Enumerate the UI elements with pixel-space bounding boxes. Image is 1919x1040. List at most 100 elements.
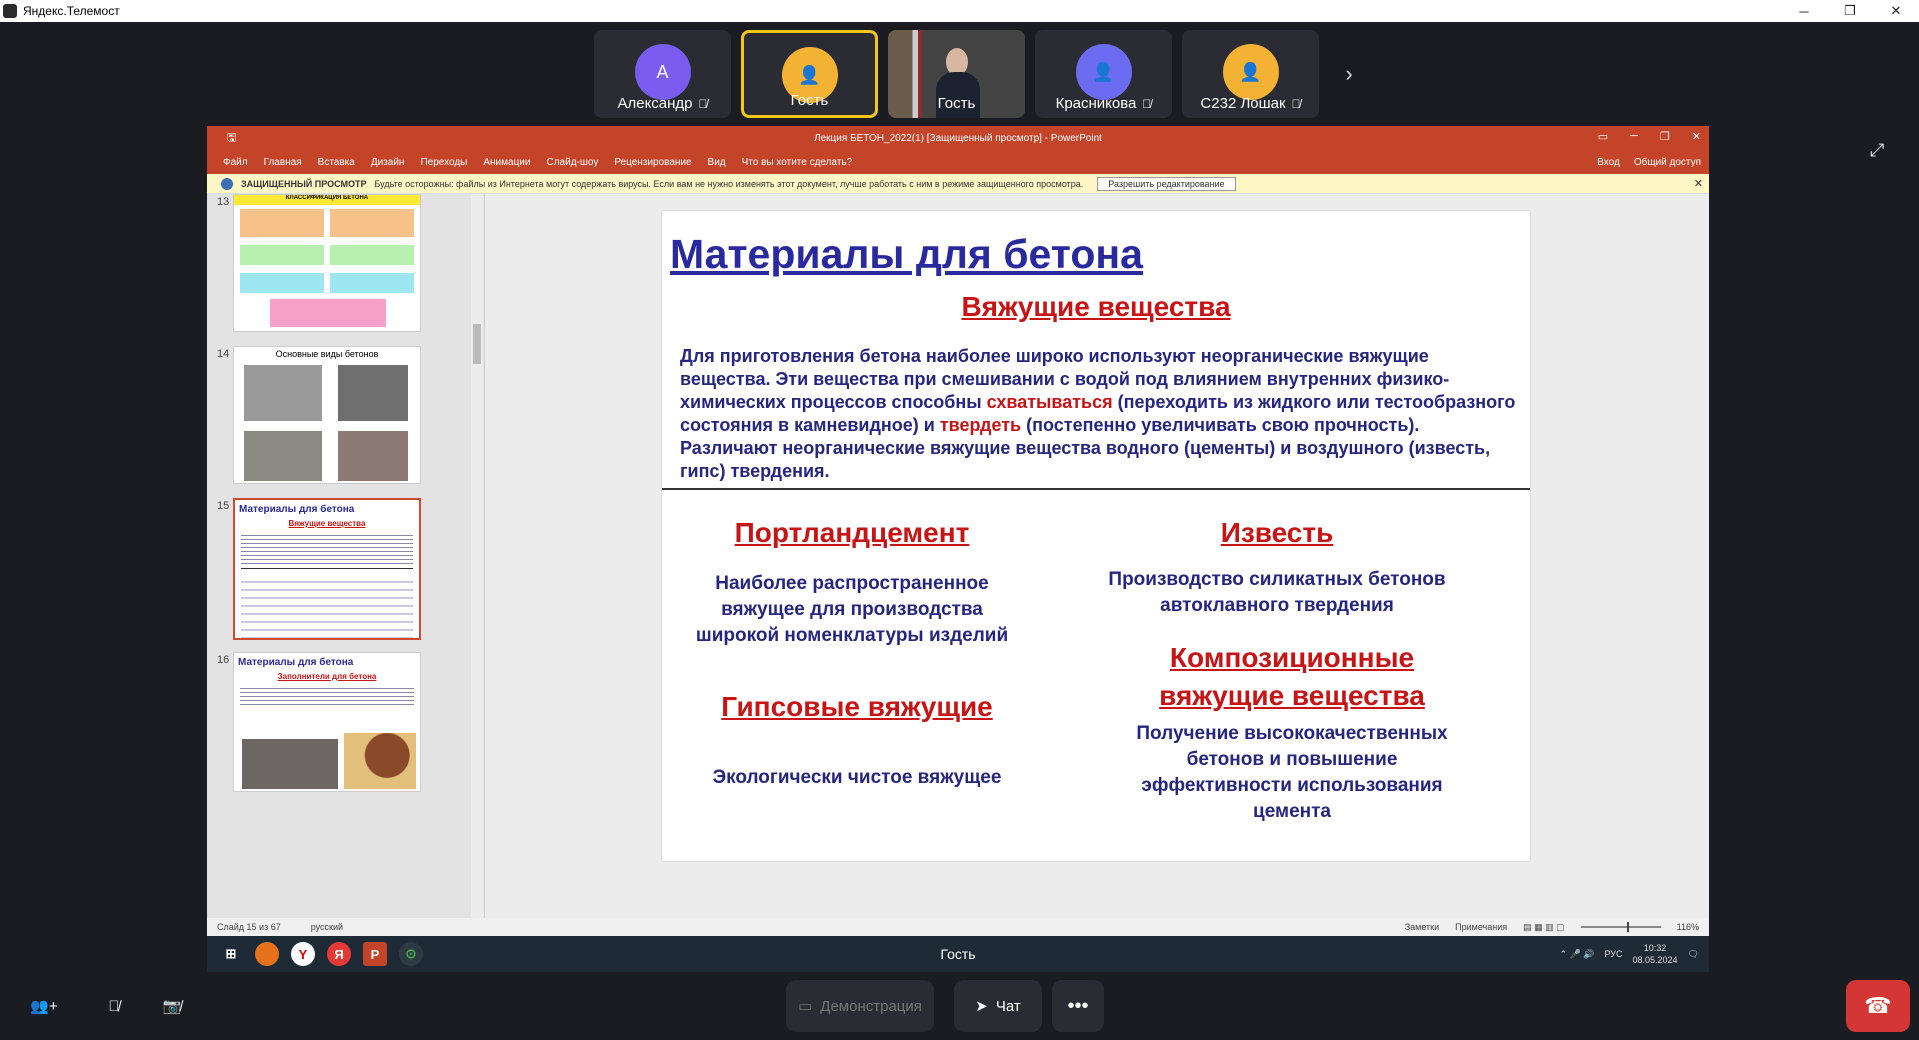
avatar: А	[634, 44, 691, 100]
mic-off-icon: 🎙̸	[1142, 97, 1152, 111]
zoom-level[interactable]: 116%	[1677, 922, 1699, 932]
add-participant-icon[interactable]: 👥+	[18, 980, 70, 1032]
slide-stage: Материалы для бетона Вяжущие вещества Дл…	[485, 194, 1709, 918]
notifications-icon[interactable]: 🗨	[1688, 949, 1699, 960]
lime-text: Производство силикатных бетонов автоклав…	[1108, 569, 1446, 616]
menu-animations[interactable]: Анимации	[483, 157, 530, 168]
close-icon[interactable]: ✕	[1873, 0, 1919, 22]
camera-off-icon[interactable]: 📷̸	[146, 980, 198, 1032]
composite-heading: Композиционные вяжущие вещества	[1159, 642, 1425, 711]
menu-tell-me[interactable]: Что вы хотите сделать?	[742, 157, 853, 168]
menu-home[interactable]: Главная	[264, 157, 302, 168]
window-titlebar: Яндекс.Телемост ─ ❐ ✕	[0, 0, 1919, 22]
comments-button[interactable]: Примечания	[1455, 922, 1507, 932]
divider	[662, 488, 1530, 490]
warning-title: ЗАЩИЩЕННЫЙ ПРОСМОТР	[241, 178, 367, 189]
participant-tile-active[interactable]: 👤 Гость	[741, 30, 878, 118]
thumb-title: Материалы для бетона	[238, 657, 354, 668]
mic-off-icon: 🎙̸	[698, 97, 708, 111]
zoom-slider[interactable]	[1580, 922, 1661, 932]
user-icon: 👤	[1092, 61, 1115, 82]
ppt-restore-icon[interactable]: ❐	[1660, 130, 1670, 143]
notes-button[interactable]: Заметки	[1405, 922, 1439, 932]
ppt-statusbar: Слайд 15 из 67 русский Заметки Примечани…	[207, 918, 1709, 936]
slide-subtitle: Вяжущие вещества	[961, 291, 1231, 322]
menu-insert[interactable]: Вставка	[318, 157, 355, 168]
restore-icon[interactable]: ❐	[1827, 0, 1873, 22]
menu-slideshow[interactable]: Слайд-шоу	[546, 157, 598, 168]
slide-paragraph: Для приготовления бетона наиболее широко…	[680, 346, 1516, 481]
avatar: 👤	[1075, 44, 1132, 100]
clock[interactable]: 10:32 08.05.2024	[1633, 942, 1678, 966]
ribbon-options-icon[interactable]: ▭	[1598, 130, 1608, 143]
close-icon[interactable]: ✕	[1694, 177, 1703, 190]
mic-off-icon[interactable]: 🎙̸	[88, 980, 140, 1032]
call-controls: 👥+ 🎙̸ 📷̸ ▭ Демонстрация ➤ Чат ••• ☎	[0, 974, 1919, 1040]
enable-editing-button[interactable]: Разрешить редактирование	[1097, 176, 1236, 191]
ppt-menu: Файл Главная Вставка Дизайн Переходы Ани…	[207, 150, 1709, 174]
minimize-icon[interactable]: ─	[1781, 0, 1827, 22]
shared-screen: 🖫 Лекция БЕТОН_2022(1) [Защищенный просм…	[207, 126, 1709, 972]
speaker-label: Гость	[940, 946, 976, 962]
menu-review[interactable]: Рецензирование	[614, 157, 691, 168]
thumb-number: 15	[217, 500, 230, 512]
fullscreen-icon[interactable]: ⤢	[1870, 140, 1884, 161]
view-buttons-icon[interactable]: ▤ ▦ ▥ ▢	[1523, 922, 1565, 933]
participant-tile-video[interactable]: Гость	[888, 30, 1025, 118]
participant-tile[interactable]: 👤 Красникова 🎙̸	[1035, 30, 1172, 118]
ppt-doc-title: Лекция БЕТОН_2022(1) [Защищенный просмот…	[814, 132, 1102, 144]
current-slide: Материалы для бетона Вяжущие вещества Дл…	[661, 210, 1531, 862]
gypsum-text: Экологически чистое вяжущее	[712, 767, 1002, 788]
menu-file[interactable]: Файл	[223, 157, 248, 168]
screen-share-button[interactable]: ▭ Демонстрация	[786, 980, 934, 1032]
thumb-slide-15[interactable]: Материалы для бетона Вяжущие вещества	[233, 498, 421, 640]
gypsum-heading: Гипсовые вяжущие	[721, 691, 993, 722]
participant-name: Александр	[617, 95, 693, 112]
participant-tile[interactable]: А Александр 🎙̸	[594, 30, 731, 118]
thumb-title: КЛАССИФИКАЦИЯ БЕТОНА	[234, 195, 420, 205]
ppt-close-icon[interactable]: ✕	[1692, 130, 1701, 143]
thumb-title: Материалы для бетона	[239, 504, 355, 515]
participant-tile[interactable]: 👤 С232 Лошак 🎙̸	[1182, 30, 1319, 118]
thumb-slide-16[interactable]: Материалы для бетона Заполнители для бет…	[233, 652, 421, 792]
menu-transitions[interactable]: Переходы	[420, 157, 467, 168]
chevron-right-icon[interactable]: ›	[1329, 54, 1369, 94]
menu-design[interactable]: Дизайн	[371, 157, 405, 168]
thumb-title: Основные виды бетонов	[275, 349, 379, 359]
login-link[interactable]: Вход	[1597, 157, 1620, 168]
hangup-icon[interactable]: ☎	[1846, 980, 1910, 1032]
thumb-number: 16	[217, 654, 230, 666]
thumbnails-scrollbar[interactable]	[471, 194, 483, 918]
participant-name: Красникова	[1055, 95, 1137, 112]
slide-title: Материалы для бетона	[670, 231, 1143, 277]
share-button[interactable]: Общий доступ	[1634, 157, 1701, 168]
shield-icon	[221, 177, 233, 190]
language-label: русский	[310, 922, 344, 932]
menu-view[interactable]: Вид	[708, 157, 726, 168]
thumb-subtitle: Вяжущие вещества	[288, 519, 366, 528]
participant-name: Гость	[937, 95, 976, 112]
ppt-minimize-icon[interactable]: ─	[1630, 130, 1638, 143]
avatar: 👤	[1222, 44, 1279, 100]
user-icon: 👤	[1239, 61, 1262, 82]
participant-name: С232 Лошак	[1200, 95, 1286, 112]
protected-view-bar: ЗАЩИЩЕННЫЙ ПРОСМОТР Будьте осторожны: фа…	[207, 174, 1709, 194]
thumb-number: 14	[217, 348, 230, 360]
lime-heading: Известь	[1220, 517, 1334, 548]
window-title: Яндекс.Телемост	[23, 4, 120, 18]
windows-taskbar: ⊞ Y Я P ⊙ Гость ⌃ 🎤 🔊 РУС 10:32 08.05.202…	[207, 936, 1709, 972]
chat-button[interactable]: ➤ Чат	[954, 980, 1042, 1032]
mic-off-icon: 🎙̸	[1291, 97, 1301, 111]
thumb-slide-13[interactable]: КЛАССИФИКАЦИЯ БЕТОНА	[233, 194, 421, 332]
app-icon	[3, 4, 17, 18]
slide-thumbnails: 13 КЛАССИФИКАЦИЯ БЕТОНА 14 Основные виды…	[207, 194, 485, 918]
participant-name: Гость	[790, 92, 829, 109]
portland-text: Наиболее распространенное вяжущее для пр…	[695, 573, 1009, 646]
thumb-slide-14[interactable]: Основные виды бетонов	[233, 346, 421, 484]
more-icon[interactable]: •••	[1052, 980, 1104, 1032]
portland-heading: Портландцемент	[734, 517, 970, 548]
tray-icons[interactable]: ⌃ 🎤 🔊	[1560, 949, 1595, 960]
tray-language[interactable]: РУС	[1604, 949, 1622, 959]
thumb-number: 13	[217, 196, 230, 208]
slide-counter: Слайд 15 из 67	[217, 922, 281, 932]
